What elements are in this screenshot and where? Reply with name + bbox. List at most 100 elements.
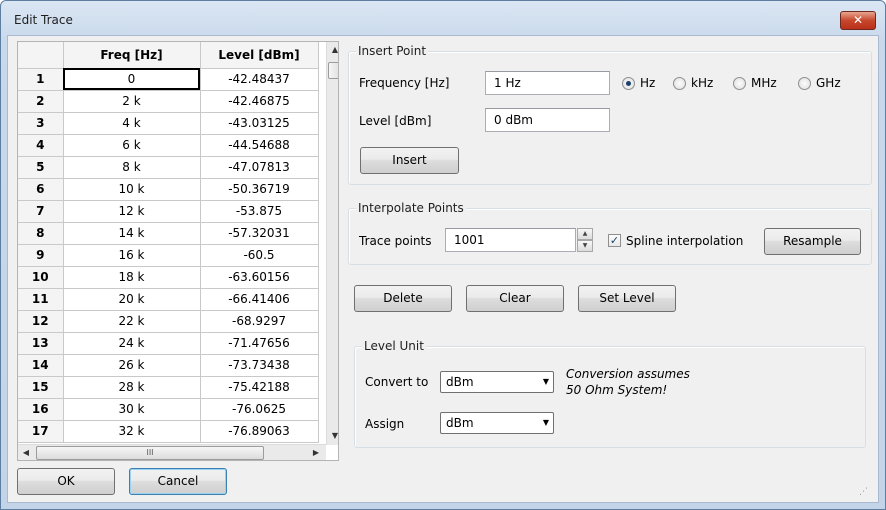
table-row[interactable]: 1 0 -42.48437 (18, 68, 319, 91)
row-header[interactable]: 5 (18, 156, 64, 179)
scroll-left-icon[interactable]: ◀ (18, 445, 34, 460)
level-cell[interactable]: -71.47656 (200, 332, 319, 355)
horizontal-scrollbar[interactable]: ◀ III ▶ (18, 444, 326, 460)
freq-cell[interactable]: 4 k (63, 112, 201, 135)
freq-cell[interactable]: 2 k (63, 90, 201, 113)
freq-cell[interactable]: 16 k (63, 244, 201, 267)
row-header[interactable]: 8 (18, 222, 64, 245)
unit-hz-label[interactable]: Hz (640, 76, 655, 90)
row-header[interactable]: 15 (18, 376, 64, 399)
spline-label[interactable]: Spline interpolation (626, 234, 743, 248)
clear-button[interactable]: Clear (466, 285, 564, 312)
trace-points-input[interactable]: 1001 (445, 228, 576, 252)
level-cell[interactable]: -42.48437 (200, 68, 319, 91)
table-row[interactable]: 16 30 k -76.0625 (18, 398, 319, 421)
level-cell[interactable]: -73.73438 (200, 354, 319, 377)
level-cell[interactable]: -63.60156 (200, 266, 319, 289)
freq-cell[interactable]: 0 (63, 68, 201, 91)
row-header[interactable]: 2 (18, 90, 64, 113)
freq-cell[interactable]: 8 k (63, 156, 201, 179)
row-header[interactable]: 1 (18, 68, 64, 91)
level-input[interactable]: 0 dBm (485, 108, 610, 132)
scroll-up-icon[interactable]: ▲ (327, 42, 338, 58)
resize-grip-icon[interactable]: ⋰ (859, 487, 871, 499)
column-header-freq[interactable]: Freq [Hz] (63, 42, 201, 69)
vertical-scrollbar[interactable]: ▲ ▼ (326, 42, 338, 445)
freq-cell[interactable]: 18 k (63, 266, 201, 289)
set-level-button[interactable]: Set Level (578, 285, 676, 312)
table-row[interactable]: 6 10 k -50.36719 (18, 178, 319, 201)
row-header[interactable]: 4 (18, 134, 64, 157)
convert-to-select[interactable]: dBm ▼ (440, 371, 554, 393)
level-cell[interactable]: -43.03125 (200, 112, 319, 135)
level-cell[interactable]: -76.89063 (200, 420, 319, 443)
trace-table[interactable]: Freq [Hz] Level [dBm] 1 0 -42.48437 2 2 k -42… (17, 41, 339, 461)
table-row[interactable]: 8 14 k -57.32031 (18, 222, 319, 245)
freq-cell[interactable]: 32 k (63, 420, 201, 443)
ok-button[interactable]: OK (17, 468, 115, 495)
table-row[interactable]: 34 k -43.03125 (18, 112, 319, 135)
level-cell[interactable]: -50.36719 (200, 178, 319, 201)
table-row[interactable]: 10 18 k -63.60156 (18, 266, 319, 289)
table-row[interactable]: 17 32 k -76.89063 (18, 420, 319, 443)
freq-cell[interactable]: 14 k (63, 222, 201, 245)
level-cell[interactable]: -47.07813 (200, 156, 319, 179)
row-header[interactable]: 10 (18, 266, 64, 289)
horizontal-scroll-thumb[interactable]: III (36, 446, 264, 460)
level-cell[interactable]: -44.54688 (200, 134, 319, 157)
unit-hz-radio[interactable] (622, 77, 635, 90)
row-header[interactable]: 17 (18, 420, 64, 443)
unit-khz-label[interactable]: kHz (691, 76, 713, 90)
level-cell[interactable]: -42.46875 (200, 90, 319, 113)
freq-cell[interactable]: 20 k (63, 288, 201, 311)
freq-cell[interactable]: 24 k (63, 332, 201, 355)
frequency-input[interactable]: 1 Hz (485, 71, 610, 95)
column-header-level[interactable]: Level [dBm] (200, 42, 319, 69)
level-cell[interactable]: -66.41406 (200, 288, 319, 311)
freq-cell[interactable]: 26 k (63, 354, 201, 377)
level-cell[interactable]: -68.9297 (200, 310, 319, 333)
row-header[interactable]: 6 (18, 178, 64, 201)
table-row[interactable]: 12 22 k -68.9297 (18, 310, 319, 333)
unit-ghz-label[interactable]: GHz (816, 76, 841, 90)
table-row[interactable]: 9 16 k -60.5 (18, 244, 319, 267)
level-cell[interactable]: -76.0625 (200, 398, 319, 421)
row-header[interactable]: 13 (18, 332, 64, 355)
vertical-scroll-thumb[interactable] (328, 62, 338, 79)
unit-mhz-radio[interactable] (733, 77, 746, 90)
level-cell[interactable]: -57.32031 (200, 222, 319, 245)
freq-cell[interactable]: 30 k (63, 398, 201, 421)
table-row[interactable]: 7 12 k -53.875 (18, 200, 319, 223)
spin-down-icon[interactable]: ▼ (577, 240, 593, 252)
row-header[interactable]: 16 (18, 398, 64, 421)
insert-button[interactable]: Insert (360, 147, 459, 174)
table-row[interactable]: 22 k -42.46875 (18, 90, 319, 113)
row-header[interactable]: 14 (18, 354, 64, 377)
table-row[interactable]: 15 28 k -75.42188 (18, 376, 319, 399)
row-header[interactable]: 12 (18, 310, 64, 333)
spin-up-icon[interactable]: ▲ (577, 228, 593, 240)
row-header[interactable]: 11 (18, 288, 64, 311)
scroll-down-icon[interactable]: ▼ (327, 428, 338, 444)
level-cell[interactable]: -53.875 (200, 200, 319, 223)
row-header[interactable]: 9 (18, 244, 64, 267)
table-row[interactable]: 46 k -44.54688 (18, 134, 319, 157)
level-cell[interactable]: -60.5 (200, 244, 319, 267)
title-bar[interactable]: Edit Trace ✕ (1, 1, 885, 35)
level-cell[interactable]: -75.42188 (200, 376, 319, 399)
delete-button[interactable]: Delete (354, 285, 452, 312)
unit-ghz-radio[interactable] (798, 77, 811, 90)
table-row[interactable]: 58 k -47.07813 (18, 156, 319, 179)
freq-cell[interactable]: 6 k (63, 134, 201, 157)
close-button[interactable]: ✕ (840, 11, 876, 30)
resample-button[interactable]: Resample (764, 228, 861, 255)
cancel-button[interactable]: Cancel (129, 468, 227, 495)
assign-select[interactable]: dBm ▼ (440, 412, 554, 434)
table-row[interactable]: 13 24 k -71.47656 (18, 332, 319, 355)
freq-cell[interactable]: 10 k (63, 178, 201, 201)
scroll-right-icon[interactable]: ▶ (308, 445, 324, 460)
freq-cell[interactable]: 12 k (63, 200, 201, 223)
freq-cell[interactable]: 22 k (63, 310, 201, 333)
table-row[interactable]: 11 20 k -66.41406 (18, 288, 319, 311)
unit-mhz-label[interactable]: MHz (751, 76, 777, 90)
